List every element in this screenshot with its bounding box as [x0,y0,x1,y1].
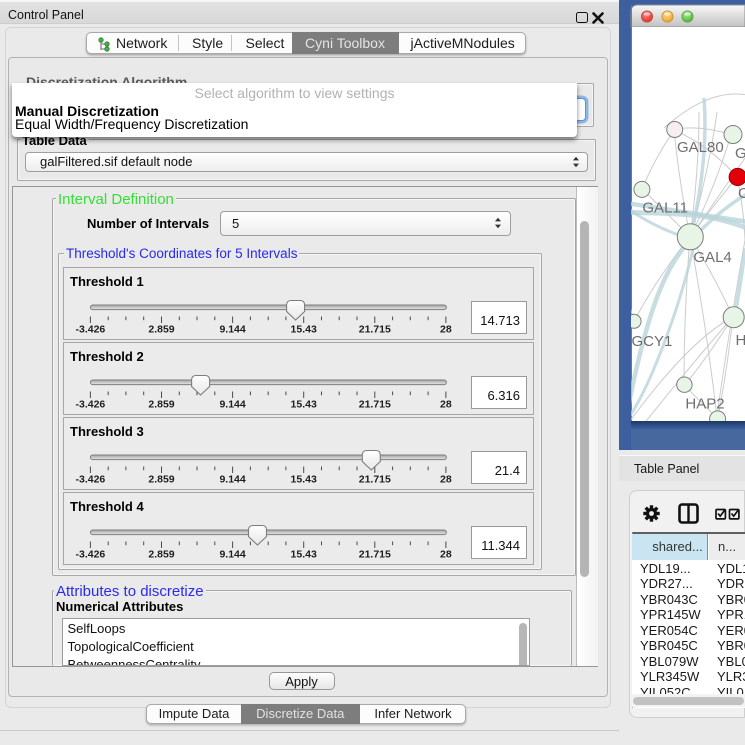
svg-text:H: H [736,332,745,349]
svg-text:GAL4: GAL4 [693,249,731,266]
svg-text:28: 28 [440,474,452,486]
svg-text:28: 28 [440,324,452,336]
svg-text:HAP2: HAP2 [685,396,724,413]
svg-text:9.144: 9.144 [219,474,245,486]
svg-text:9.144: 9.144 [219,549,245,561]
svg-text:15.43: 15.43 [291,324,317,336]
svg-text:15.43: 15.43 [291,474,317,486]
svg-text:G.: G. [735,145,745,162]
svg-text:28: 28 [440,549,452,561]
svg-text:2.859: 2.859 [148,324,174,336]
svg-text:2.859: 2.859 [148,549,174,561]
svg-text:-3.426: -3.426 [76,399,106,411]
svg-text:GAL11: GAL11 [642,200,688,217]
svg-text:GAL80: GAL80 [677,139,724,156]
svg-text:-3.426: -3.426 [76,474,106,486]
svg-text:-3.426: -3.426 [76,549,106,561]
svg-text:15.43: 15.43 [291,399,317,411]
svg-text:9.144: 9.144 [219,324,245,336]
svg-text:21.715: 21.715 [359,324,391,336]
svg-text:-3.426: -3.426 [76,324,106,336]
svg-text:2.859: 2.859 [148,474,174,486]
svg-text:2.859: 2.859 [148,399,174,411]
svg-text:21.715: 21.715 [359,549,391,561]
svg-text:21.715: 21.715 [359,399,391,411]
svg-text:9.144: 9.144 [219,399,245,411]
svg-text:15.43: 15.43 [291,549,317,561]
svg-text:GCY1: GCY1 [632,333,673,350]
svg-text:28: 28 [440,399,452,411]
svg-text:21.715: 21.715 [359,474,391,486]
svg-text:C: C [738,185,745,202]
